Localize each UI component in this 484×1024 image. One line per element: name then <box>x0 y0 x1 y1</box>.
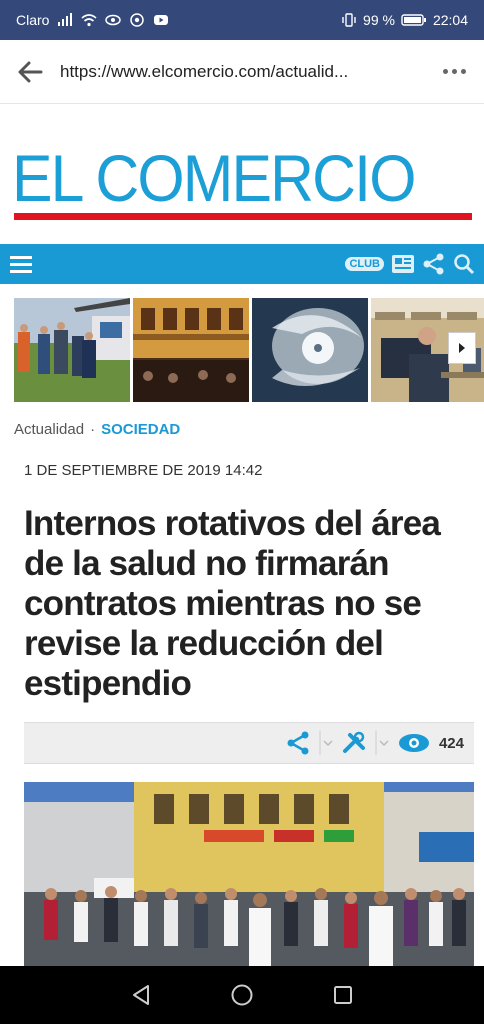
back-button[interactable] <box>0 40 60 104</box>
youtube-icon <box>154 15 169 25</box>
article-toolbar: 424 <box>24 722 474 764</box>
share-icon[interactable] <box>285 731 311 755</box>
browser-url-bar: https://www.elcomercio.com/actualid... <box>0 40 484 104</box>
eye-icon <box>398 734 429 752</box>
breadcrumb-category[interactable]: SOCIEDAD <box>101 421 180 438</box>
back-arrow-icon <box>18 61 43 82</box>
breadcrumb: Actualidad · SOCIEDAD <box>14 421 180 438</box>
article-main-photo[interactable] <box>24 782 474 966</box>
carousel-thumb-helicopter[interactable] <box>14 298 130 402</box>
vibrate-icon <box>342 13 356 27</box>
hamburger-icon[interactable] <box>8 253 34 275</box>
article-date: 1 DE SEPTIEMBRE DE 2019 14:42 <box>24 462 263 479</box>
url-field[interactable]: https://www.elcomercio.com/actualid... <box>60 62 400 82</box>
more-options-button[interactable] <box>424 69 484 74</box>
search-icon[interactable] <box>452 253 476 275</box>
view-count: 424 <box>438 734 464 752</box>
site-nav-bar: CLUB <box>0 244 484 284</box>
signal-icon <box>58 13 73 26</box>
logo-text: EL COMERCIO <box>12 141 416 215</box>
carousel-thumb-building[interactable] <box>133 298 249 402</box>
recents-square-icon[interactable] <box>331 983 355 1007</box>
carrier-label: Claro <box>16 12 50 28</box>
article-headline: Internos rotativos del área de la salud … <box>24 504 441 703</box>
chrome-icon <box>130 13 145 27</box>
tools-icon[interactable] <box>341 731 367 755</box>
related-carousel <box>14 298 484 402</box>
eye-notification-icon <box>105 14 122 26</box>
status-bar: Claro 99 % 22:04 <box>0 0 484 40</box>
share-icon[interactable] <box>422 253 446 275</box>
carousel-next-button[interactable] <box>448 332 476 364</box>
newspaper-icon[interactable] <box>390 253 416 275</box>
clock: 22:04 <box>432 12 468 28</box>
site-logo[interactable]: EL COMERCIO <box>12 145 472 227</box>
more-icon <box>442 69 448 74</box>
wifi-icon <box>81 14 97 27</box>
carousel-thumb-hurricane[interactable] <box>252 298 368 402</box>
home-circle-icon[interactable] <box>230 983 254 1007</box>
back-triangle-icon[interactable] <box>129 983 153 1007</box>
breadcrumb-section[interactable]: Actualidad <box>14 421 84 438</box>
club-button[interactable]: CLUB <box>345 257 384 271</box>
battery-percent: 99 % <box>363 12 395 28</box>
chevron-down-icon[interactable] <box>375 731 389 755</box>
battery-icon <box>401 14 426 26</box>
chevron-down-icon[interactable] <box>319 731 333 755</box>
logo-underline <box>14 213 472 220</box>
breadcrumb-separator: · <box>90 421 96 438</box>
chevron-right-icon <box>459 343 465 353</box>
system-navigation-bar <box>0 966 484 1024</box>
